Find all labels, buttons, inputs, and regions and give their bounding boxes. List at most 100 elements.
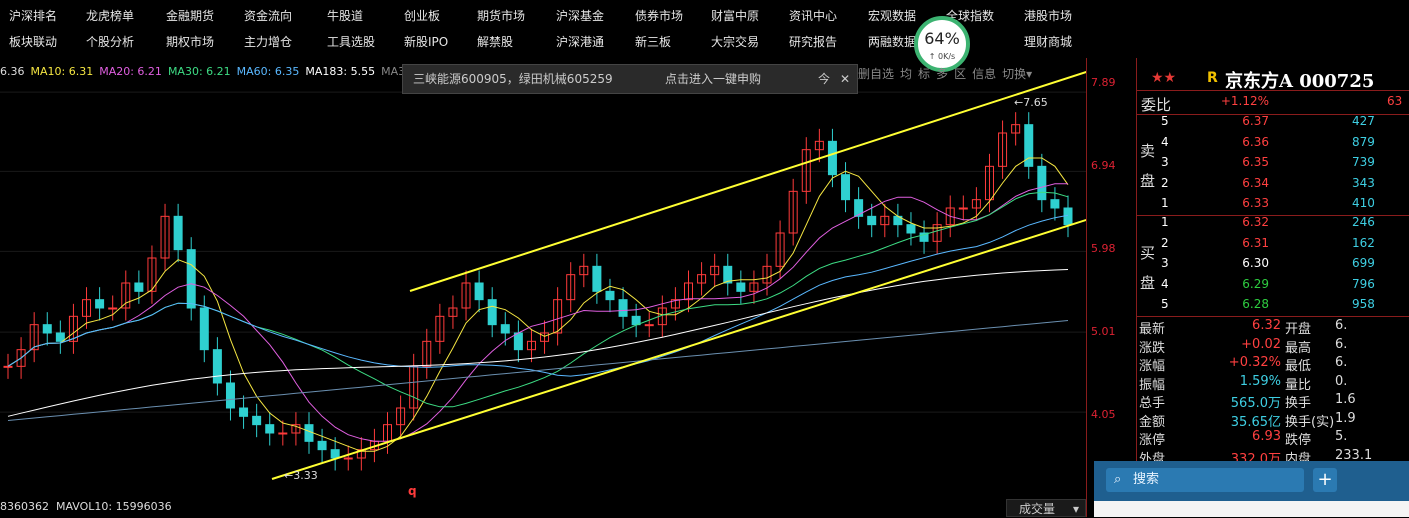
ipo-notice-bar[interactable]: 三峡能源600905，绿田机械605259 点击进入一键申购 今 ✕ xyxy=(402,64,858,94)
chart-control[interactable]: 多 xyxy=(936,67,948,81)
nav-item-a-10[interactable]: 资讯中心 xyxy=(789,3,837,29)
search-placeholder: 搜索 xyxy=(1133,472,1160,487)
bid-row: 2 6.31 162 xyxy=(1137,236,1409,254)
add-button[interactable]: + xyxy=(1313,468,1337,492)
chart-control[interactable]: 信息 xyxy=(972,67,996,81)
chart-control[interactable]: 删自选 xyxy=(858,67,894,81)
volume: 739 xyxy=(1352,155,1375,169)
stat-label: 换手(实) xyxy=(1285,414,1335,430)
nav-item-b-10[interactable]: 研究报告 xyxy=(789,29,837,55)
quote-panel: ★★ R 京东方A 000725 委比 +1.12% 63 5 6.37 427 4 6… xyxy=(1136,58,1409,517)
candle-body xyxy=(736,282,746,292)
stat-row: 涨幅 +0.32% 最低 6. xyxy=(1137,355,1409,374)
stat-value: 565.0万 xyxy=(1230,396,1281,411)
nav-item-b-1[interactable]: 个股分析 xyxy=(86,29,134,55)
candle-body xyxy=(841,174,851,201)
nav-item-b-3[interactable]: 主力增仓 xyxy=(244,29,292,55)
kline-chart[interactable]: ←7.65 ←3.33 q xyxy=(0,58,1086,517)
nav-item-b-9[interactable]: 大宗交易 xyxy=(711,29,759,55)
ma-legend-item: MA183: 5.55 xyxy=(305,65,376,78)
bid-row: 5 6.28 958 xyxy=(1137,297,1409,315)
mavol-value: MAVOL10: 15996036 xyxy=(56,500,172,513)
close-icon[interactable]: ✕ xyxy=(840,65,850,93)
nav-item-a-5[interactable]: 创业板 xyxy=(404,3,440,29)
weibi-row: 委比 +1.12% 63 xyxy=(1137,94,1409,114)
nav-item-b-2[interactable]: 期权市场 xyxy=(166,29,214,55)
search-input[interactable]: ⌕ 搜索 xyxy=(1106,468,1304,492)
nav-item-b-6[interactable]: 解禁股 xyxy=(477,29,513,55)
stat-label: 涨停 xyxy=(1139,433,1166,448)
nav-item-a-2[interactable]: 金融期货 xyxy=(166,3,214,29)
price: 6.31 xyxy=(1242,235,1269,250)
volume: 958 xyxy=(1352,297,1375,311)
level: 5 xyxy=(1161,114,1169,128)
stat-row: 涨跌 +0.02 最高 6. xyxy=(1137,336,1409,356)
notice-text: 三峡能源600905，绿田机械605259 xyxy=(413,72,613,86)
nav-item-b-5[interactable]: 新股IPO xyxy=(404,29,448,55)
candle-body xyxy=(317,440,327,451)
weibi-extra: 63 xyxy=(1387,94,1403,108)
candle-body xyxy=(474,282,484,301)
nav-item-a-6[interactable]: 期货市场 xyxy=(477,3,525,29)
stat-label: 金额 xyxy=(1139,414,1166,430)
nav-item-b-13[interactable]: 理财商城 xyxy=(1024,29,1072,55)
sell-side-label: 卖盘 xyxy=(1140,142,1156,190)
stat-label: 最高 xyxy=(1285,340,1312,356)
indicator-select[interactable]: 成交量 ▾ xyxy=(1006,499,1086,517)
level: 5 xyxy=(1161,297,1169,311)
stat-value: 6. xyxy=(1335,336,1348,352)
candle-body xyxy=(631,315,641,326)
candle-body xyxy=(500,324,510,334)
nav-item-a-13[interactable]: 港股市场 xyxy=(1024,3,1072,29)
nav-item-a-1[interactable]: 龙虎榜单 xyxy=(86,3,134,29)
candle-body xyxy=(1050,199,1060,209)
nav-item-b-4[interactable]: 工具选股 xyxy=(327,29,375,55)
weibi-value: +1.12% xyxy=(1220,94,1269,108)
ask-row: 1 6.33 410 xyxy=(1137,196,1409,214)
candle-body xyxy=(592,265,602,292)
candle-body xyxy=(55,332,65,342)
chart-control[interactable]: 均 xyxy=(900,67,912,81)
nav-row-1: 沪深排名 龙虎榜单 金融期货 资金流向 牛股道 创业板 期货市场 沪深基金 债券市场 财富中原 资讯… xyxy=(0,3,1409,29)
candle-body xyxy=(854,199,864,217)
ma-legend-item: MA10: 6.31 xyxy=(30,65,94,78)
nav-item-b-0[interactable]: 板块联动 xyxy=(9,29,57,55)
stat-label: 总手 xyxy=(1139,396,1166,411)
nav-item-b-8[interactable]: 新三板 xyxy=(635,29,671,55)
low-label: ←3.33 xyxy=(284,469,318,482)
ma-legend-item: MA60: 6.35 xyxy=(236,65,300,78)
nav-item-a-7[interactable]: 沪深基金 xyxy=(556,3,604,29)
chart-control[interactable]: 标 xyxy=(918,67,930,81)
nav-item-b-11[interactable]: 两融数据 xyxy=(868,29,916,55)
divider xyxy=(1137,90,1409,91)
stat-row: 振幅 1.59% 量比 0. xyxy=(1137,374,1409,393)
nav-item-b-7[interactable]: 沪深港通 xyxy=(556,29,604,55)
nav-item-a-3[interactable]: 资金流向 xyxy=(244,3,292,29)
ask-row: 2 6.34 343 xyxy=(1137,176,1409,194)
candle-body xyxy=(108,307,118,310)
stat-label: 最低 xyxy=(1285,359,1312,374)
ma-legend-item: MA30: 6.21 xyxy=(167,65,231,78)
candle-body xyxy=(199,307,209,351)
chart-control[interactable]: 区 xyxy=(954,67,966,81)
nav-item-a-0[interactable]: 沪深排名 xyxy=(9,3,57,29)
stat-label: 换手 xyxy=(1285,396,1312,411)
candle-body xyxy=(186,249,196,309)
stat-label: 跌停 xyxy=(1285,433,1312,448)
candle-body xyxy=(225,382,235,409)
chart-control[interactable]: 切换▾ xyxy=(1002,67,1032,81)
level: 4 xyxy=(1161,276,1169,291)
candle-body xyxy=(487,299,497,326)
nav-item-a-9[interactable]: 财富中原 xyxy=(711,3,759,29)
candle-body xyxy=(173,215,183,251)
notice-link[interactable]: 点击进入一键申购 xyxy=(665,65,761,93)
indicator-select-label: 成交量 xyxy=(1019,502,1056,516)
candle-body xyxy=(618,299,628,317)
candle-body xyxy=(42,324,52,334)
nav-item-a-4[interactable]: 牛股道 xyxy=(327,3,363,29)
stat-row: 涨停 6.93 跌停 5. xyxy=(1137,429,1409,448)
star-icon[interactable]: ★★ xyxy=(1151,70,1176,86)
candle-body xyxy=(827,140,837,176)
nav-item-a-8[interactable]: 债券市场 xyxy=(635,3,683,29)
nav-item-a-11[interactable]: 宏观数据 xyxy=(868,3,916,29)
